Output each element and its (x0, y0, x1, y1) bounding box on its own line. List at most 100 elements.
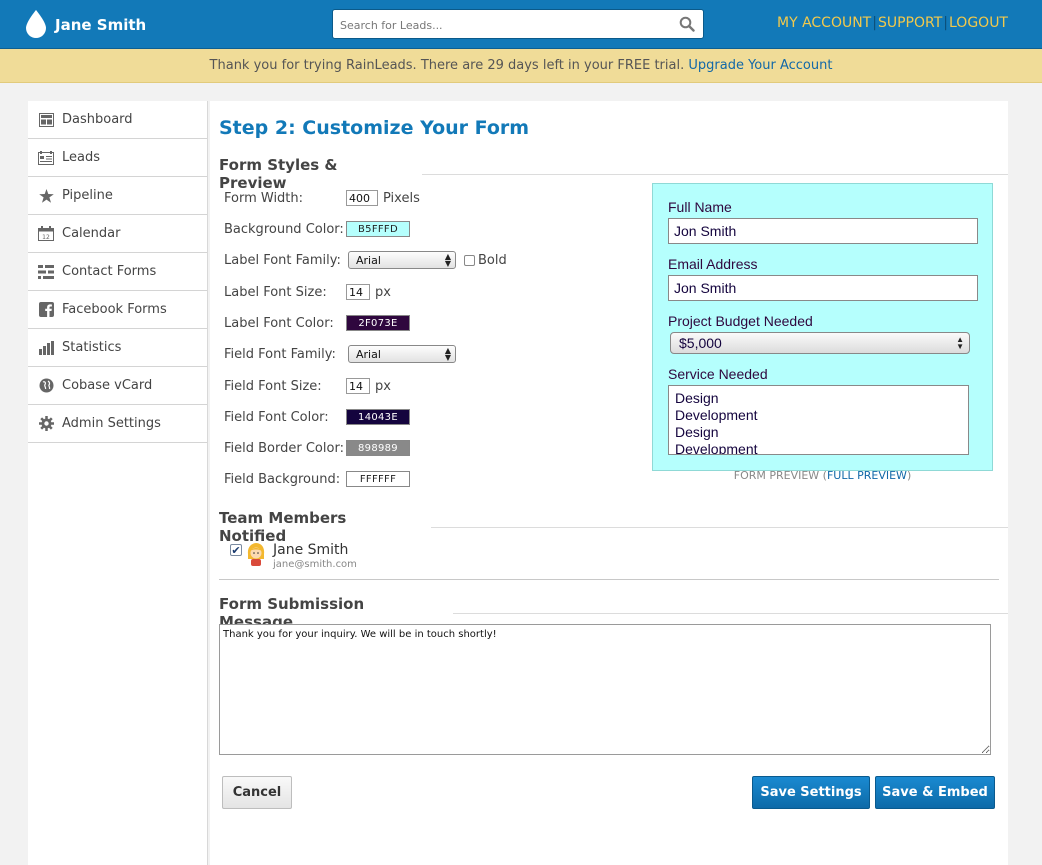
sidebar-item-facebook-forms[interactable]: Facebook Forms (28, 291, 207, 329)
sidebar-item-label: Leads (62, 150, 101, 165)
sidebar-item-label: Dashboard (62, 112, 133, 127)
field-label: Label Font Color: (224, 315, 334, 331)
list-option[interactable]: Development (675, 441, 962, 454)
label-font-family-select[interactable]: Arial ▲ ▼ (348, 251, 456, 269)
sidebar-item-pipeline[interactable]: Pipeline (28, 177, 207, 215)
label-font-color-picker[interactable]: 2F073E (346, 315, 410, 331)
sidebar: Dashboard Leads Pipeline 12 Calendar Con… (28, 101, 208, 865)
field-label: Label Font Size: (224, 284, 327, 300)
form-icon (38, 264, 54, 280)
team-member-email: jane@smith.com (273, 559, 357, 570)
field-font-family-select[interactable]: Arial ▲ ▼ (348, 345, 456, 363)
preview-full-name-input[interactable]: Jon Smith (668, 218, 978, 244)
bold-label: Bold (478, 252, 507, 268)
field-background-color-picker[interactable]: FFFFFF (346, 471, 410, 487)
sidebar-item-label: Pipeline (62, 188, 113, 203)
preview-email-label: Email Address (668, 256, 758, 272)
caption-suffix: ) (906, 469, 912, 482)
submission-message-textarea[interactable]: Thank you for your inquiry. We will be i… (219, 624, 991, 755)
field-border-color-row: Field Border Color: 898989 (224, 438, 410, 458)
logout-link[interactable]: LOGOUT (949, 15, 1008, 31)
search-box[interactable] (332, 9, 704, 39)
page-title: Step 2: Customize Your Form (219, 117, 530, 139)
field-label: Label Font Family: (224, 252, 341, 268)
background-color-picker[interactable]: B5FFFD (346, 221, 410, 237)
form-preview: Full Name Jon Smith Email Address Jon Sm… (652, 183, 993, 471)
field-font-size-input[interactable] (346, 378, 370, 394)
field-label: Form Width: (224, 190, 304, 206)
form-preview-caption: FORM PREVIEW (FULL PREVIEW) (652, 469, 993, 482)
unit-label: px (375, 284, 391, 300)
support-link[interactable]: SUPPORT (878, 15, 942, 31)
select-value: $5,000 (679, 335, 722, 351)
section-divider (453, 612, 1008, 614)
sidebar-item-statistics[interactable]: Statistics (28, 329, 207, 367)
form-width-row: Form Width: Pixels (224, 188, 420, 208)
select-arrows-icon: ▲ ▼ (956, 335, 964, 351)
trial-banner: Thank you for trying RainLeads. There ar… (0, 49, 1042, 83)
list-option[interactable]: Development (675, 407, 962, 424)
field-font-color-row: Field Font Color: 14043E (224, 407, 410, 427)
sidebar-item-label: Facebook Forms (62, 302, 167, 317)
field-label: Field Border Color: (224, 440, 344, 456)
list-option[interactable]: Design (675, 424, 962, 441)
preview-full-name-label: Full Name (668, 199, 732, 215)
select-arrows-icon: ▲ ▼ (444, 346, 451, 362)
team-member: ✔ Jane Smith jane@smith.com (230, 542, 357, 570)
form-styles-heading-text: Form Styles & Preview (219, 156, 338, 192)
star-icon (38, 188, 54, 204)
sidebar-item-label: Calendar (62, 226, 121, 241)
field-font-family-row: Field Font Family: Arial ▲ ▼ (224, 344, 456, 364)
sidebar-item-label: Statistics (62, 340, 122, 355)
facebook-icon (38, 302, 54, 318)
search-icon[interactable] (679, 16, 695, 32)
select-arrows-icon: ▲ ▼ (444, 252, 451, 268)
list-option[interactable]: Design (675, 390, 962, 407)
sidebar-item-label: Cobase vCard (62, 378, 153, 393)
unit-label: Pixels (383, 190, 420, 206)
label-font-size-row: Label Font Size: px (224, 282, 391, 302)
field-label: Field Background: (224, 471, 341, 487)
avatar (245, 542, 267, 570)
save-settings-button[interactable]: Save Settings (752, 776, 870, 809)
brand[interactable]: Jane Smith (26, 10, 146, 38)
section-divider (422, 173, 1008, 175)
globe-icon (38, 378, 54, 394)
team-member-checkbox[interactable]: ✔ (230, 544, 242, 557)
sidebar-item-leads[interactable]: Leads (28, 139, 207, 177)
select-value: Arial (356, 253, 381, 267)
bar-chart-icon (38, 340, 54, 356)
preview-service-label: Service Needed (668, 366, 768, 382)
sidebar-item-dashboard[interactable]: Dashboard (28, 101, 207, 139)
preview-budget-select[interactable]: $5,000 ▲ ▼ (670, 332, 970, 354)
form-width-input[interactable] (346, 190, 378, 206)
label-font-size-input[interactable] (346, 284, 370, 300)
search-input[interactable] (340, 17, 670, 33)
team-member-info: Jane Smith jane@smith.com (273, 542, 357, 570)
team-members-heading-text: Team Members Notified (219, 509, 347, 545)
field-border-color-picker[interactable]: 898989 (346, 440, 410, 456)
section-divider (430, 526, 1008, 528)
field-background-row: Field Background: FFFFFF (224, 469, 410, 489)
sidebar-item-admin-settings[interactable]: Admin Settings (28, 405, 207, 443)
field-label: Field Font Color: (224, 409, 329, 425)
sidebar-item-contact-forms[interactable]: Contact Forms (28, 253, 207, 291)
select-value: Arial (356, 347, 381, 361)
label-font-family-row: Label Font Family: Arial ▲ ▼ Bold (224, 250, 507, 270)
upgrade-account-link[interactable]: Upgrade Your Account (688, 58, 832, 73)
background-color-row: Background Color: B5FFFD (224, 219, 410, 239)
save-embed-button[interactable]: Save & Embed (875, 776, 995, 809)
field-font-color-picker[interactable]: 14043E (346, 409, 410, 425)
main-panel: Step 2: Customize Your Form Form Styles … (210, 101, 1008, 865)
preview-email-input[interactable]: Jon Smith (668, 275, 978, 301)
my-account-link[interactable]: MY ACCOUNT (777, 15, 871, 31)
sidebar-item-cobase-vcard[interactable]: Cobase vCard (28, 367, 207, 405)
preview-service-listbox[interactable]: Design Development Design Development (668, 385, 969, 455)
bold-checkbox[interactable] (464, 254, 475, 266)
full-preview-link[interactable]: FULL PREVIEW (827, 469, 907, 482)
field-label: Field Font Family: (224, 346, 336, 362)
caption-prefix: FORM PREVIEW ( (733, 469, 827, 482)
account-links: MY ACCOUNT|SUPPORT|LOGOUT (777, 15, 1008, 31)
cancel-button[interactable]: Cancel (222, 776, 292, 809)
sidebar-item-calendar[interactable]: 12 Calendar (28, 215, 207, 253)
